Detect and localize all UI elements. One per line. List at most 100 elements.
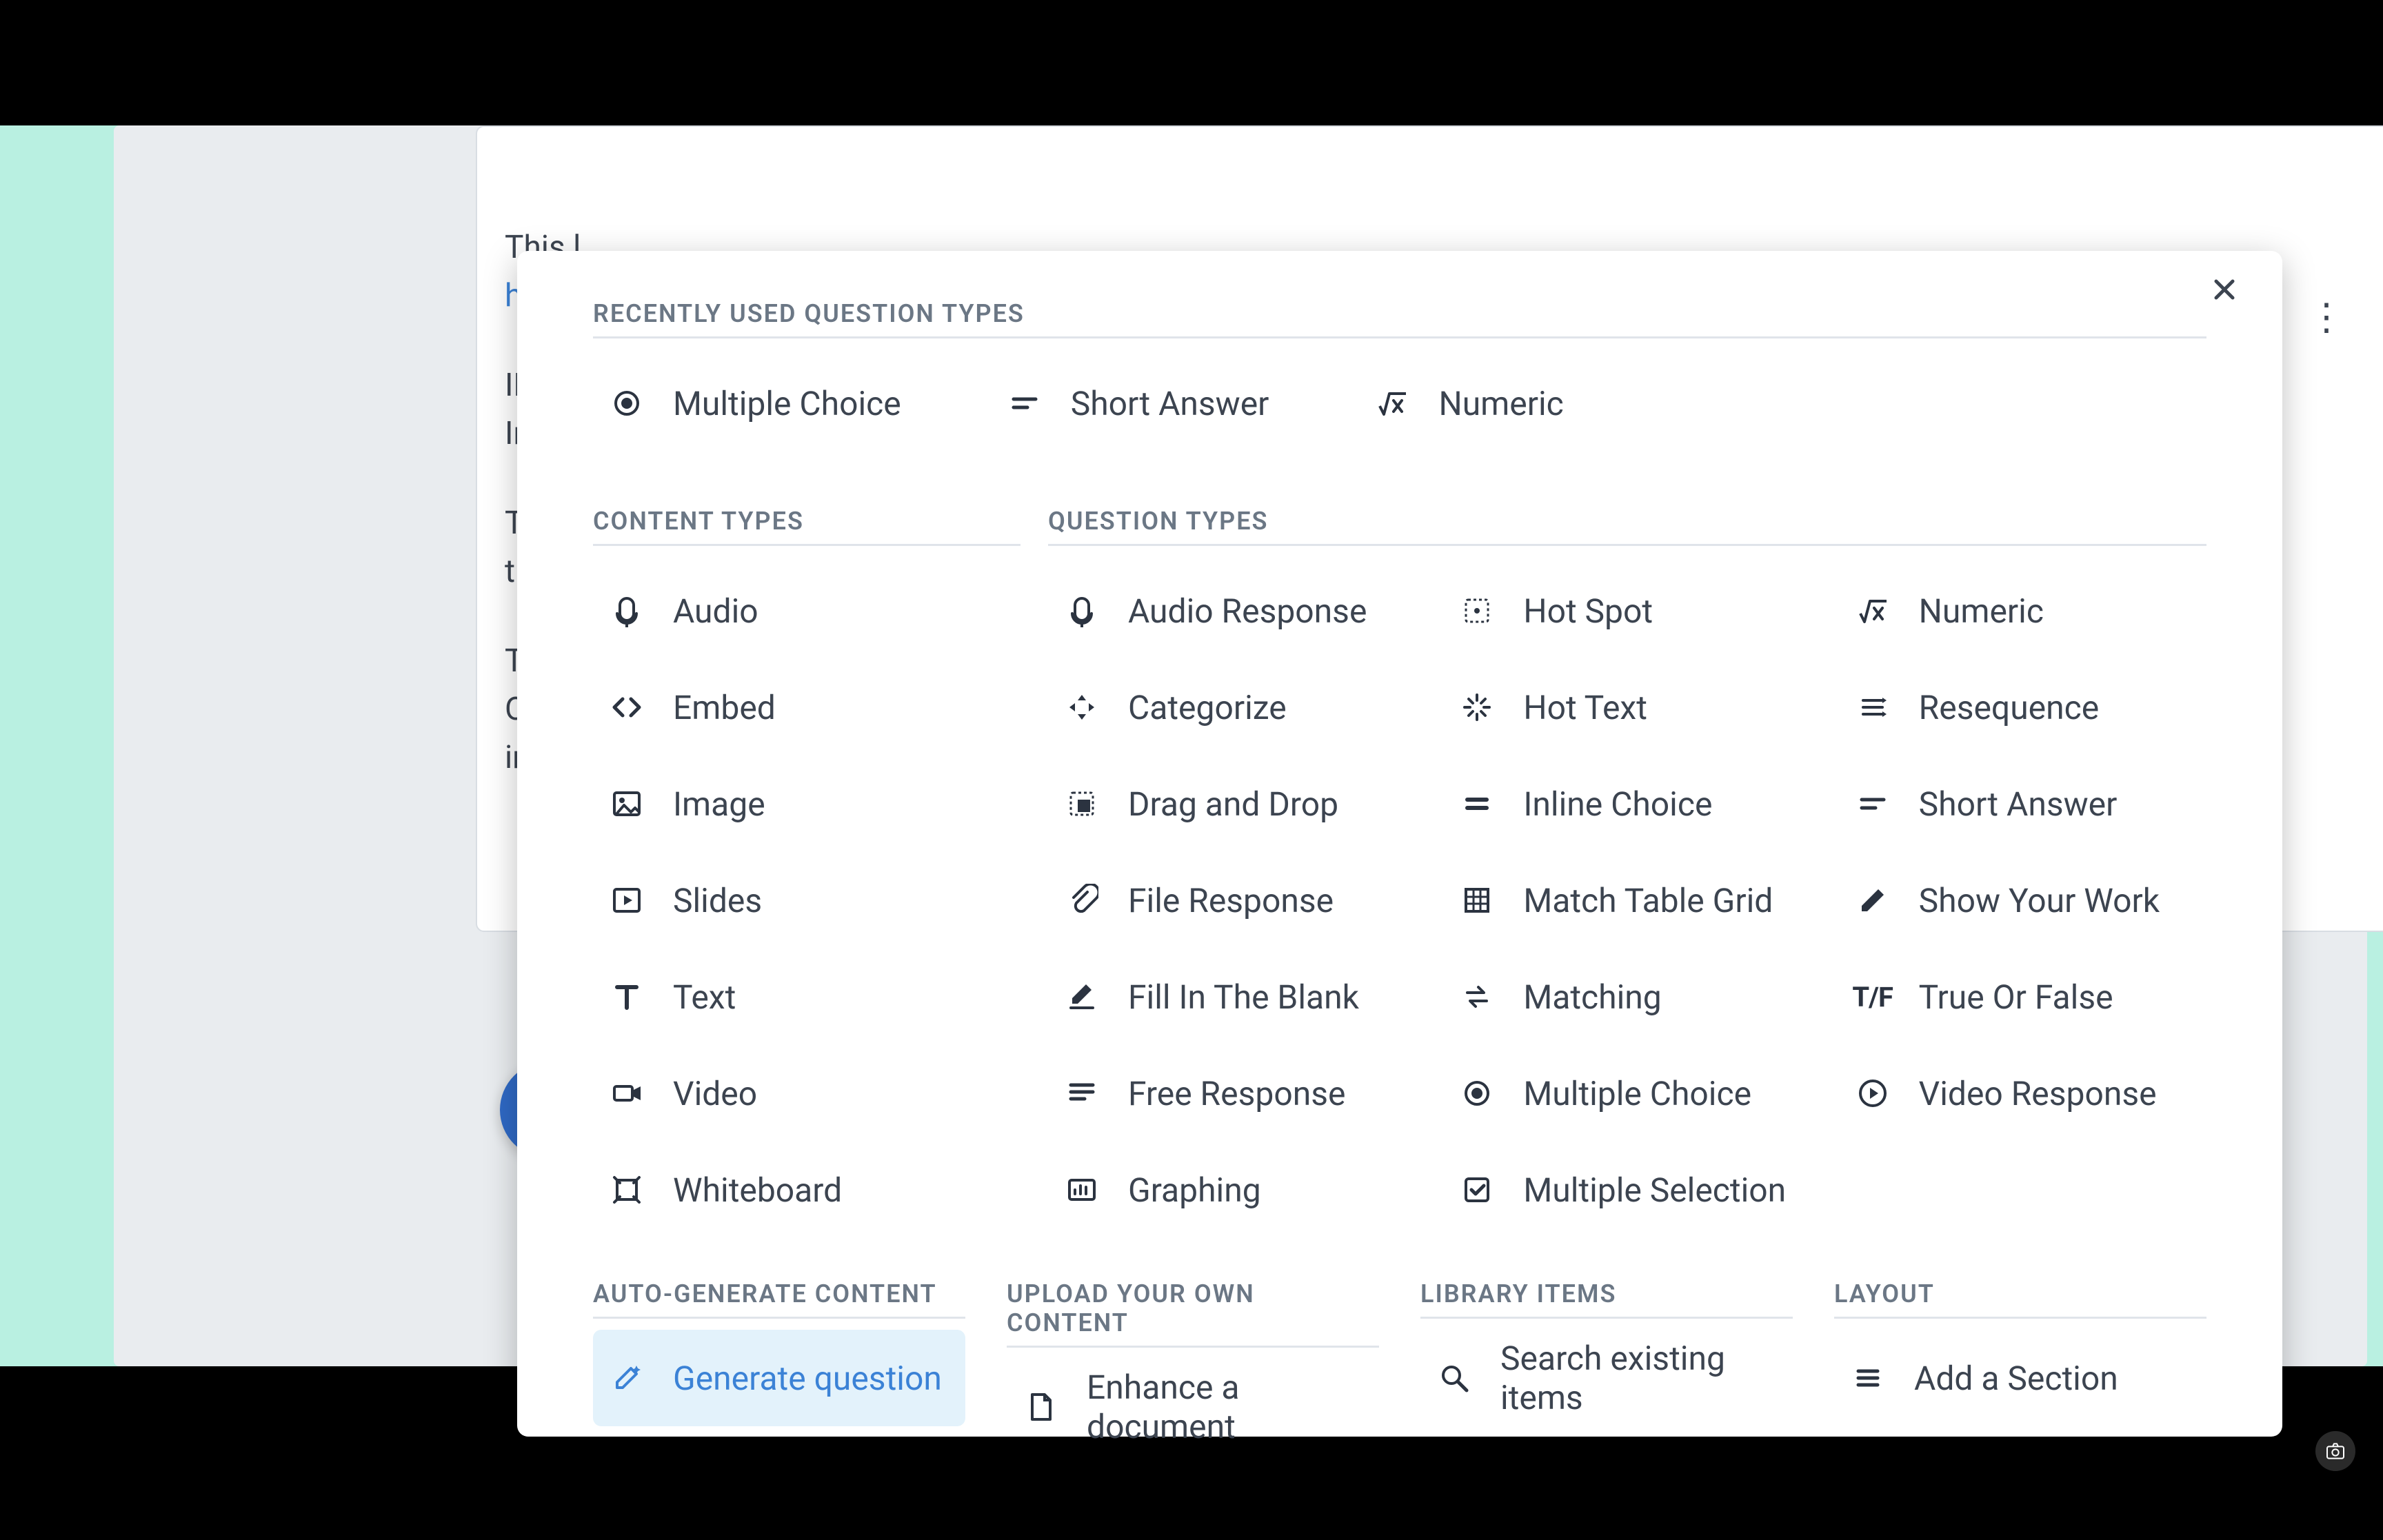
question-type-picker-modal: RECENTLY USED QUESTION TYPES Multiple Ch… bbox=[517, 251, 2282, 1437]
question-type-label: Categorize bbox=[1128, 688, 1287, 727]
content-type-label: Whiteboard bbox=[673, 1171, 842, 1210]
question-type-label: Short Answer bbox=[1919, 784, 2118, 824]
content-type-image[interactable]: Image bbox=[593, 756, 1020, 852]
recent-item-label: Multiple Choice bbox=[673, 384, 901, 423]
question-type-free-response[interactable]: Free Response bbox=[1048, 1045, 1416, 1142]
recent-item-short-answer[interactable]: Short Answer bbox=[991, 355, 1283, 452]
question-type-true-or-false[interactable]: T/FTrue Or False bbox=[1839, 949, 2206, 1045]
recent-item-label: Numeric bbox=[1438, 384, 1563, 423]
code-icon bbox=[607, 687, 647, 727]
question-type-label: File Response bbox=[1128, 881, 1334, 920]
pencil-line-icon bbox=[1062, 977, 1102, 1017]
whiteboard-icon bbox=[607, 1170, 647, 1210]
question-type-label: Graphing bbox=[1128, 1171, 1261, 1210]
image-icon bbox=[607, 784, 647, 824]
question-type-multiple-selection[interactable]: Multiple Selection bbox=[1443, 1142, 1811, 1238]
content-type-embed[interactable]: Embed bbox=[593, 659, 1020, 756]
content-type-label: Image bbox=[673, 784, 765, 824]
content-type-video[interactable]: Video bbox=[593, 1045, 1020, 1142]
question-type-label: Drag and Drop bbox=[1128, 784, 1338, 824]
content-type-label: Video bbox=[673, 1074, 757, 1113]
document-icon bbox=[1020, 1387, 1060, 1427]
content-type-label: Slides bbox=[673, 881, 762, 920]
question-type-video-response[interactable]: Video Response bbox=[1839, 1045, 2206, 1142]
close-icon bbox=[2208, 273, 2241, 306]
more-menu-button[interactable]: ⋮ bbox=[2308, 295, 2345, 339]
question-type-multiple-choice-q[interactable]: Multiple Choice bbox=[1443, 1045, 1811, 1142]
short-answer-icon bbox=[1005, 383, 1045, 423]
question-type-inline-choice[interactable]: Inline Choice bbox=[1443, 756, 1811, 852]
recent-item-label: Short Answer bbox=[1071, 384, 1269, 423]
question-type-label: Audio Response bbox=[1128, 591, 1367, 631]
question-type-label: Numeric bbox=[1919, 591, 2044, 631]
screenshot-capture-button[interactable] bbox=[2315, 1431, 2355, 1471]
chart-icon bbox=[1062, 1170, 1102, 1210]
question-type-label: Video Response bbox=[1919, 1074, 2157, 1113]
recent-item-numeric[interactable]: Numeric bbox=[1358, 355, 1577, 452]
question-type-label: True Or False bbox=[1919, 977, 2113, 1017]
radio-checked-icon bbox=[1457, 1073, 1497, 1113]
play-circle-icon bbox=[1853, 1073, 1893, 1113]
radical-x-icon bbox=[1853, 591, 1893, 631]
resequence-icon bbox=[1853, 687, 1893, 727]
radio-checked-icon bbox=[607, 383, 647, 423]
content-type-label: Text bbox=[673, 977, 736, 1017]
camera-icon bbox=[2324, 1440, 2346, 1462]
question-type-graphing[interactable]: Graphing bbox=[1048, 1142, 1416, 1238]
paragraph-lines-icon bbox=[1062, 1073, 1102, 1113]
question-type-short-answer-q[interactable]: Short Answer bbox=[1839, 756, 2206, 852]
layout-item-label: Add a Section bbox=[1914, 1359, 2118, 1398]
question-types-header: QUESTION TYPES bbox=[1048, 507, 2206, 546]
upload-item-label: Enhance a document bbox=[1087, 1368, 1365, 1446]
question-type-label: Matching bbox=[1523, 977, 1661, 1017]
autogen-header: AUTO-GENERATE CONTENT bbox=[593, 1279, 965, 1319]
autogen-item-generate-question[interactable]: Generate question bbox=[593, 1330, 965, 1426]
question-type-hot-spot[interactable]: Hot Spot bbox=[1443, 563, 1811, 659]
question-type-label: Inline Choice bbox=[1523, 784, 1712, 824]
question-type-show-your-work[interactable]: Show Your Work bbox=[1839, 852, 2206, 949]
question-type-label: Free Response bbox=[1128, 1074, 1345, 1113]
question-type-drag-and-drop[interactable]: Drag and Drop bbox=[1048, 756, 1416, 852]
four-arrows-icon bbox=[1062, 687, 1102, 727]
content-type-whiteboard[interactable]: Whiteboard bbox=[593, 1142, 1020, 1238]
library-item-label: Search existing items bbox=[1500, 1339, 1779, 1417]
question-type-fill-in-the-blank[interactable]: Fill In The Blank bbox=[1048, 949, 1416, 1045]
question-type-hot-text[interactable]: Hot Text bbox=[1443, 659, 1811, 756]
layout-item-add-section[interactable]: Add a Section bbox=[1834, 1330, 2206, 1426]
content-type-slides[interactable]: Slides bbox=[593, 852, 1020, 949]
swap-icon bbox=[1457, 977, 1497, 1017]
drag-target-icon bbox=[1062, 784, 1102, 824]
mic-icon bbox=[1062, 591, 1102, 631]
app-viewport: Te This l https IM Al Intern The li the … bbox=[0, 125, 2383, 1366]
question-type-label: Resequence bbox=[1919, 688, 2100, 727]
upload-header: UPLOAD YOUR OWN CONTENT bbox=[1007, 1279, 1379, 1348]
recent-header: RECENTLY USED QUESTION TYPES bbox=[593, 299, 2206, 338]
question-type-resequence[interactable]: Resequence bbox=[1839, 659, 2206, 756]
content-type-text[interactable]: Text bbox=[593, 949, 1020, 1045]
recent-item-multiple-choice[interactable]: Multiple Choice bbox=[593, 355, 915, 452]
pencil-sparkle-icon bbox=[607, 1358, 647, 1398]
question-type-numeric-q[interactable]: Numeric bbox=[1839, 563, 2206, 659]
pencil-icon bbox=[1853, 880, 1893, 920]
question-type-matching[interactable]: Matching bbox=[1443, 949, 1811, 1045]
upload-item-enhance-document[interactable]: Enhance a document bbox=[1007, 1359, 1379, 1455]
question-type-match-table-grid[interactable]: Match Table Grid bbox=[1443, 852, 1811, 949]
content-type-audio[interactable]: Audio bbox=[593, 563, 1020, 659]
autogen-item-label: Generate question bbox=[673, 1359, 942, 1398]
modal-close-button[interactable] bbox=[2208, 273, 2241, 306]
video-cam-icon bbox=[607, 1073, 647, 1113]
content-type-label: Embed bbox=[673, 688, 776, 727]
question-type-label: Hot Text bbox=[1523, 688, 1647, 727]
radical-x-icon bbox=[1372, 383, 1412, 423]
question-type-label: Match Table Grid bbox=[1523, 881, 1773, 920]
question-type-file-response[interactable]: File Response bbox=[1048, 852, 1416, 949]
play-square-icon bbox=[607, 880, 647, 920]
library-item-search-existing[interactable]: Search existing items bbox=[1420, 1330, 1793, 1426]
question-type-categorize[interactable]: Categorize bbox=[1048, 659, 1416, 756]
burst-icon bbox=[1457, 687, 1497, 727]
text-t-icon bbox=[607, 977, 647, 1017]
content-types-header: CONTENT TYPES bbox=[593, 507, 1020, 546]
question-type-label: Multiple Selection bbox=[1523, 1171, 1786, 1210]
question-type-audio-response[interactable]: Audio Response bbox=[1048, 563, 1416, 659]
grid-icon bbox=[1457, 880, 1497, 920]
